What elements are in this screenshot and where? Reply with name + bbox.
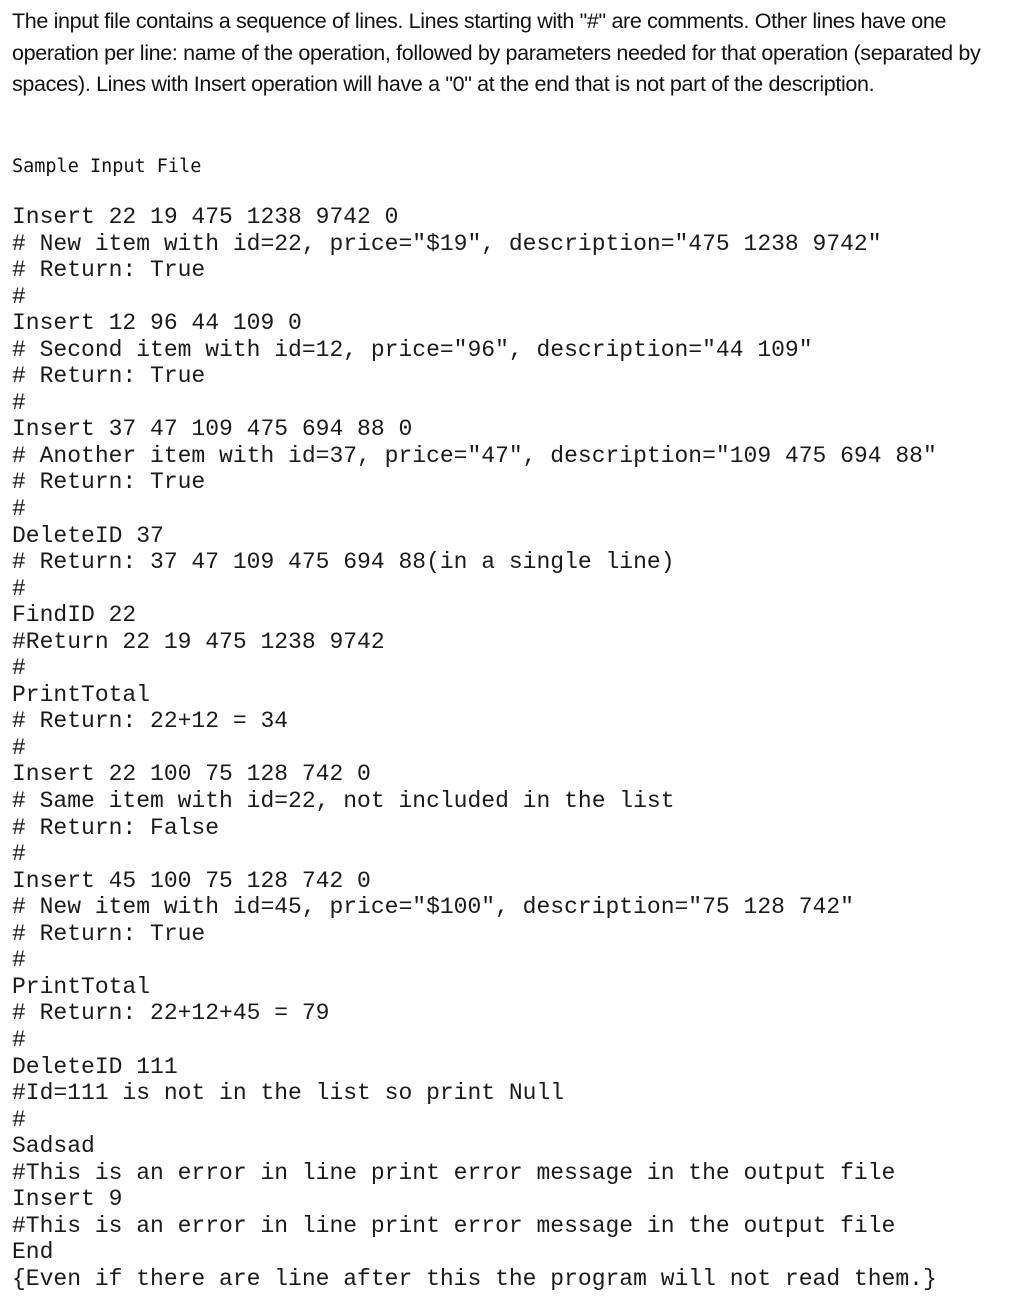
code-comment-line: #This is an error in line print error me…: [12, 1212, 896, 1239]
code-comment-line: # New item with id=45, price="$100", des…: [12, 894, 854, 921]
code-comment-line: #: [12, 655, 26, 682]
code-comment-line: # Second item with id=12, price="96", de…: [12, 336, 813, 363]
code-comment-line: # Return: 22+12+45 = 79: [12, 1000, 330, 1027]
code-comment-line: #: [12, 947, 26, 974]
code-comment-line: #: [12, 1106, 26, 1133]
code-comment-line: # Return: True: [12, 257, 206, 284]
sample-input-heading: Sample Input File: [12, 156, 202, 177]
code-comment-line: # Another item with id=37, price="47", d…: [12, 442, 937, 469]
code-operation-line: Insert 22 100 75 128 742 0: [12, 761, 371, 788]
code-comment-line: #This is an error in line print error me…: [12, 1159, 896, 1186]
code-comment-line: # Same item with id=22, not included in …: [12, 788, 675, 815]
sample-input-code-block: Insert 22 19 475 1238 9742 0 # New item w…: [12, 204, 937, 1292]
code-comment-line: # New item with id=22, price="$19", desc…: [12, 230, 882, 257]
code-operation-line: PrintTotal: [12, 973, 151, 1000]
code-operation-line: Insert 9: [12, 1186, 123, 1213]
code-operation-line: Insert 12 96 44 109 0: [12, 310, 302, 337]
code-operation-line: FindID 22: [12, 602, 137, 629]
code-comment-line: #: [12, 389, 26, 416]
code-operation-line: End: [12, 1239, 54, 1266]
code-operation-line: Insert 22 19 475 1238 9742 0: [12, 204, 399, 230]
code-operation-line: {Even if there are line after this the p…: [12, 1265, 937, 1292]
code-comment-line: #Id=111 is not in the list so print Null: [12, 1080, 565, 1107]
code-comment-line: # Return: False: [12, 814, 220, 841]
code-operation-line: Sadsad: [12, 1133, 95, 1160]
code-comment-line: # Return: True: [12, 920, 206, 947]
code-operation-line: PrintTotal: [12, 681, 151, 708]
code-comment-line: #Return 22 19 475 1238 9742: [12, 628, 385, 655]
code-comment-line: #: [12, 1026, 26, 1053]
code-comment-line: #: [12, 841, 26, 868]
code-comment-line: # Return: 22+12 = 34: [12, 708, 289, 735]
code-operation-line: Insert 45 100 75 128 742 0: [12, 867, 371, 894]
code-comment-line: #: [12, 575, 26, 602]
code-comment-line: #: [12, 734, 26, 761]
code-comment-line: # Return: True: [12, 363, 206, 390]
code-comment-line: # Return: 37 47 109 475 694 88(in a sing…: [12, 549, 675, 576]
code-comment-line: #: [12, 496, 26, 523]
code-comment-line: # Return: True: [12, 469, 206, 496]
code-operation-line: DeleteID 37: [12, 522, 164, 549]
intro-paragraph: The input file contains a sequence of li…: [12, 9, 981, 96]
code-operation-line: DeleteID 111: [12, 1053, 178, 1080]
code-operation-line: Insert 37 47 109 475 694 88 0: [12, 416, 413, 443]
code-comment-line: #: [12, 283, 26, 310]
